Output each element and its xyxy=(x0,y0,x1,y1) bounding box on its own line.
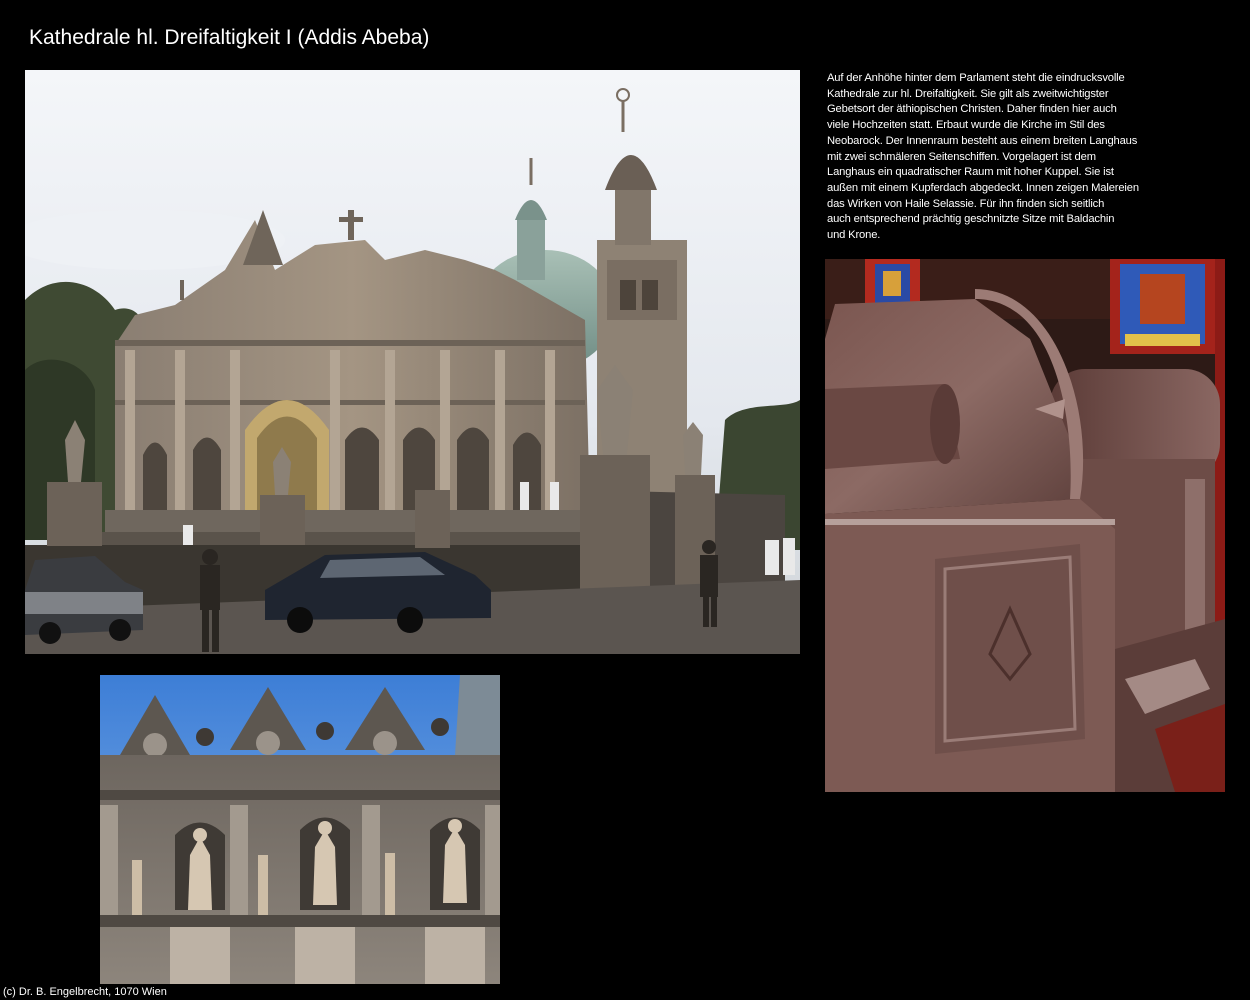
sarcophagus-photo[interactable] xyxy=(825,259,1225,792)
facade-detail-illustration xyxy=(100,675,500,984)
cathedral-exterior-photo[interactable] xyxy=(25,70,800,654)
description-text: Auf der Anhöhe hinter dem Parlament steh… xyxy=(827,72,1139,242)
facade-detail-photo[interactable] xyxy=(100,675,500,984)
page-title: Kathedrale hl. Dreifaltigkeit I (Addis A… xyxy=(29,26,430,49)
sarcophagus-illustration xyxy=(825,259,1225,792)
copyright-notice: (c) Dr. B. Engelbrecht, 1070 Wien xyxy=(3,986,167,998)
cathedral-exterior-illustration xyxy=(25,70,800,654)
